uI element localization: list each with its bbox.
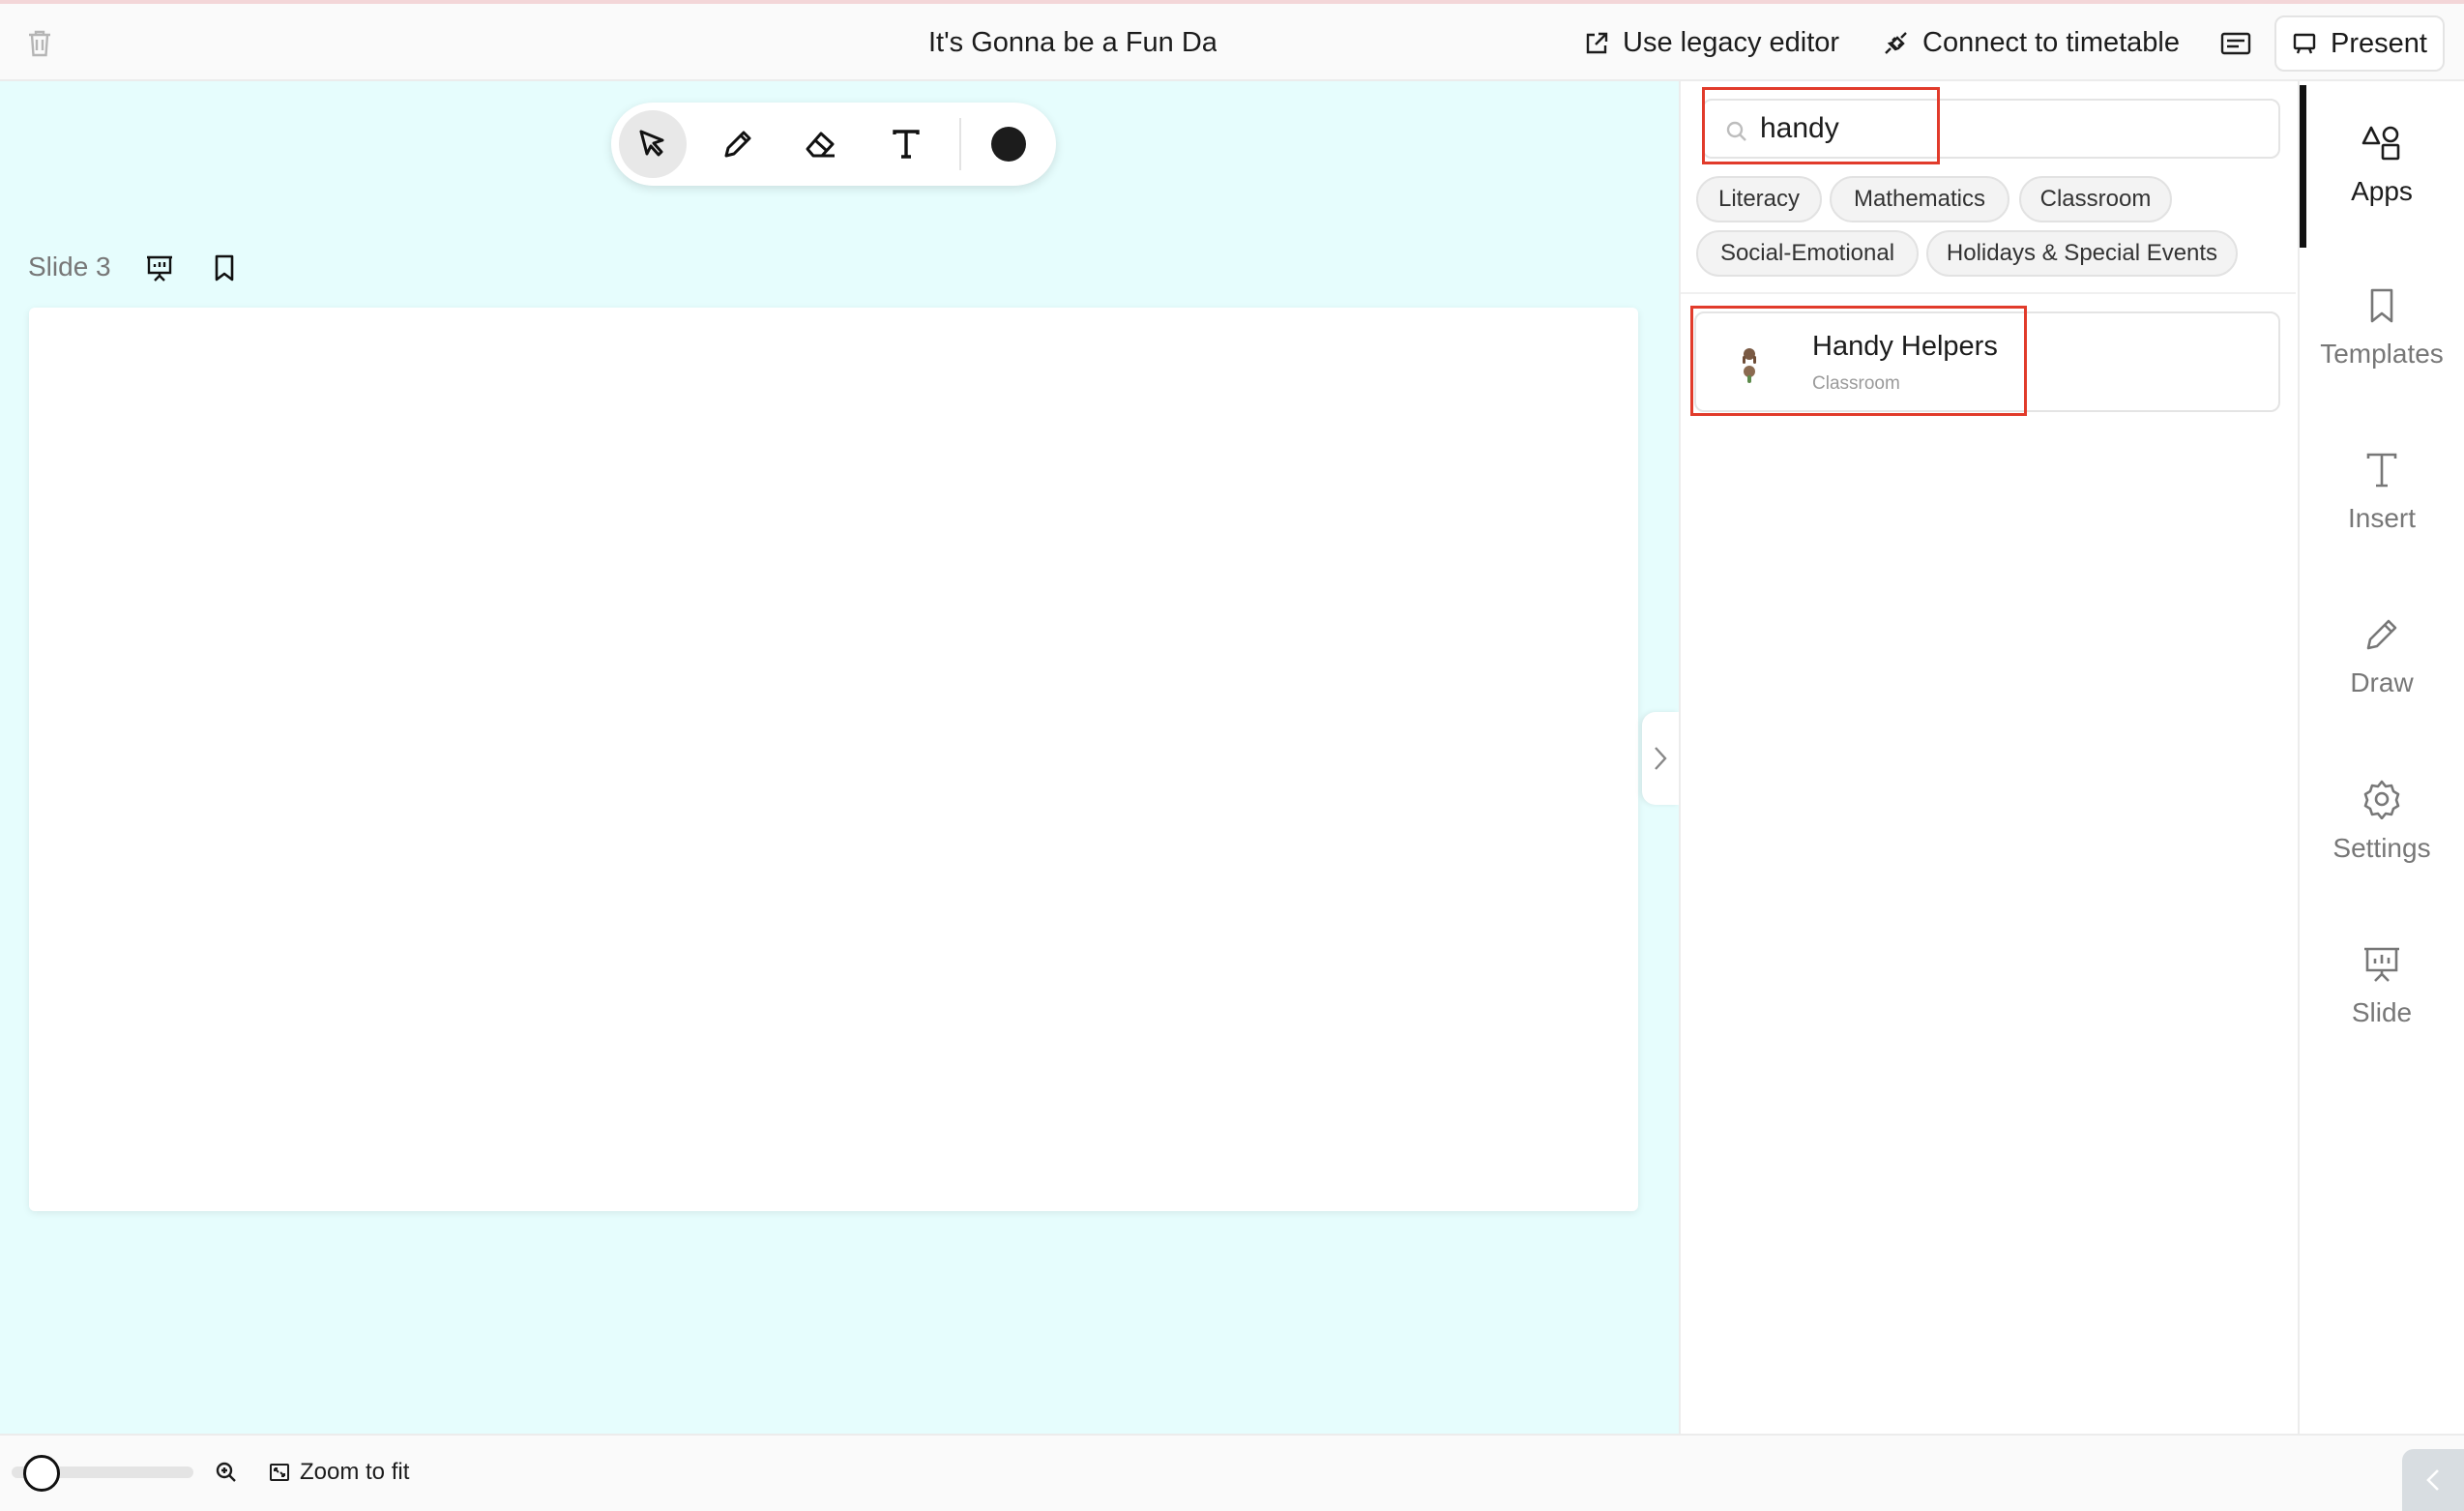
sidebar-item-label: Draw	[2350, 667, 2414, 697]
pencil-icon	[2366, 619, 2397, 650]
chip-social-emotional[interactable]: Social-Emotional	[1696, 230, 1919, 277]
sidebar-item-apps[interactable]: Apps	[2300, 93, 2464, 238]
text-icon	[2366, 453, 2397, 488]
captions-icon[interactable]	[2220, 31, 2251, 61]
shapes-icon	[2361, 126, 2400, 161]
apps-panel	[1679, 81, 2298, 1434]
color-picker-button[interactable]	[975, 110, 1042, 178]
bookmark-icon	[2370, 288, 2393, 323]
zoom-to-fit-label: Zoom to fit	[300, 1459, 410, 1485]
cursor-icon	[639, 130, 664, 157]
present-label: Present	[2331, 27, 2427, 59]
sidebar-item-label: Insert	[2347, 503, 2417, 533]
sidebar-item-label: Slide	[2351, 997, 2413, 1027]
app-result-category: Classroom	[1812, 373, 1900, 394]
slide-canvas[interactable]	[29, 308, 1638, 1211]
chip-mathematics[interactable]: Mathematics	[1830, 176, 2009, 222]
chip-literacy[interactable]: Literacy	[1696, 176, 1822, 222]
zoom-to-fit-button[interactable]: Zoom to fit	[269, 1459, 409, 1486]
connect-timetable-label: Connect to timetable	[1922, 27, 2180, 58]
text-tool-button[interactable]	[872, 110, 940, 178]
chevron-right-icon	[1655, 747, 1667, 770]
zoom-slider-handle[interactable]	[23, 1455, 60, 1492]
sidebar-item-draw[interactable]: Draw	[2300, 584, 2464, 729]
pencil-tool-button[interactable]	[704, 110, 772, 178]
eraser-icon	[806, 132, 835, 158]
trash-icon[interactable]	[27, 29, 52, 63]
external-link-icon	[1586, 32, 1608, 53]
search-input[interactable]	[1760, 108, 2263, 149]
connect-timetable-button[interactable]: Connect to timetable	[1882, 27, 2180, 59]
gear-icon	[2363, 780, 2400, 819]
slide-label: Slide 3	[28, 252, 111, 281]
expand-corner-button[interactable]	[2402, 1449, 2464, 1511]
chevron-left-icon	[2426, 1469, 2439, 1491]
chip-holidays-special-events[interactable]: Holidays & Special Events	[1926, 230, 2238, 277]
hands-icon	[1743, 348, 1756, 383]
text-icon	[893, 130, 920, 159]
drawing-toolbar	[611, 103, 1056, 186]
slide-bookmark-icon[interactable]	[213, 253, 236, 287]
sidebar-item-templates[interactable]: Templates	[2300, 255, 2464, 400]
sidebar-item-label: Apps	[2351, 176, 2413, 206]
sidebar-item-slide[interactable]: Slide	[2300, 913, 2464, 1058]
select-tool-button[interactable]	[619, 110, 687, 178]
search-box[interactable]	[1702, 99, 2280, 159]
color-swatch-icon	[991, 127, 1026, 162]
slide-presentation-icon[interactable]	[145, 253, 174, 287]
app-result-card[interactable]: Handy Helpers Classroom	[1694, 311, 2280, 412]
eraser-tool-button[interactable]	[787, 110, 855, 178]
zoom-in-icon[interactable]	[215, 1461, 238, 1489]
fit-screen-icon	[270, 1464, 289, 1481]
legacy-editor-button[interactable]: Use legacy editor	[1584, 27, 1839, 59]
toolbar-divider	[959, 118, 961, 170]
search-icon	[1726, 121, 1746, 141]
presentation-icon	[2364, 947, 2399, 982]
sidebar-item-insert[interactable]: Insert	[2300, 420, 2464, 565]
panel-divider	[1681, 292, 2296, 294]
pencil-icon	[724, 131, 751, 158]
present-icon	[2293, 33, 2316, 54]
plug-icon	[1885, 31, 1907, 54]
sidebar-item-settings[interactable]: Settings	[2300, 749, 2464, 894]
chip-classroom[interactable]: Classroom	[2019, 176, 2172, 222]
document-title[interactable]: It's Gonna be a Fun Day	[928, 27, 1217, 59]
sidebar-item-label: Settings	[2332, 833, 2431, 863]
header-bar: It's Gonna be a Fun Day Use legacy edito…	[0, 4, 2464, 81]
present-button[interactable]: Present	[2274, 15, 2445, 72]
legacy-editor-label: Use legacy editor	[1623, 27, 1840, 58]
app-result-name: Handy Helpers	[1812, 331, 1998, 362]
sidebar-item-label: Templates	[2320, 339, 2444, 369]
collapse-panel-button[interactable]	[1642, 712, 1679, 805]
